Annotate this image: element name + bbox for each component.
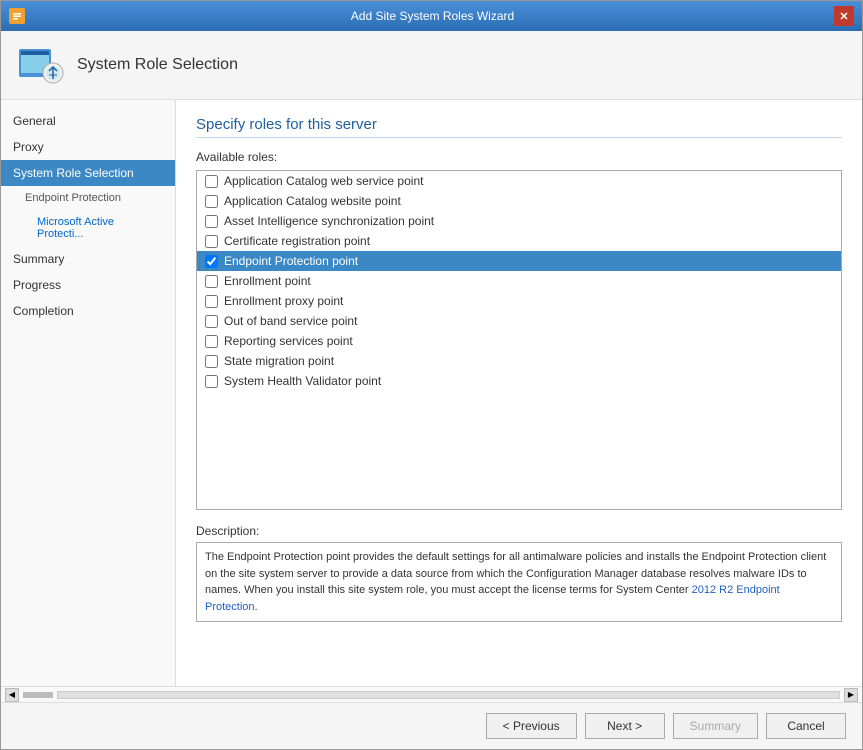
role-checkbox[interactable]	[205, 375, 218, 388]
role-checkbox[interactable]	[205, 175, 218, 188]
next-button[interactable]: Next >	[585, 713, 665, 739]
footer: < Previous Next > Summary Cancel	[1, 702, 862, 749]
roles-list: Application Catalog web service point App…	[196, 170, 842, 510]
titlebar: Add Site System Roles Wizard ✕	[1, 1, 862, 31]
main-content: Specify roles for this server Available …	[176, 100, 862, 686]
scroll-thumb[interactable]	[23, 692, 53, 698]
role-checkbox[interactable]	[205, 355, 218, 368]
role-item[interactable]: State migration point	[197, 351, 841, 371]
role-label: Asset Intelligence synchronization point	[224, 214, 434, 228]
summary-button[interactable]: Summary	[673, 713, 758, 739]
role-item[interactable]: Application Catalog web service point	[197, 171, 841, 191]
role-checkbox[interactable]	[205, 315, 218, 328]
role-item[interactable]: System Health Validator point	[197, 371, 841, 391]
role-checkbox[interactable]	[205, 335, 218, 348]
header-icon	[17, 41, 65, 89]
role-checkbox[interactable]	[205, 295, 218, 308]
role-item[interactable]: Endpoint Protection point	[197, 251, 841, 271]
scroll-left[interactable]: ◀	[5, 688, 19, 702]
sidebar: General Proxy System Role Selection Endp…	[1, 100, 176, 686]
sidebar-item-system-role[interactable]: System Role Selection	[1, 160, 175, 186]
role-checkbox[interactable]	[205, 255, 218, 268]
role-label: Endpoint Protection point	[224, 254, 358, 268]
window-title: Add Site System Roles Wizard	[31, 9, 834, 23]
role-label: State migration point	[224, 354, 334, 368]
description-box: The Endpoint Protection point provides t…	[196, 542, 842, 622]
description-text-3: .	[255, 601, 258, 613]
scroll-right[interactable]: ▶	[844, 688, 858, 702]
role-label: Enrollment point	[224, 274, 311, 288]
role-label: Certificate registration point	[224, 234, 370, 248]
description-section: Description: The Endpoint Protection poi…	[196, 524, 842, 622]
role-label: Application Catalog web service point	[224, 174, 423, 188]
app-icon	[9, 8, 25, 24]
role-item[interactable]: Reporting services point	[197, 331, 841, 351]
wizard-window: Add Site System Roles Wizard ✕ System Ro…	[0, 0, 863, 750]
sidebar-item-proxy[interactable]: Proxy	[1, 134, 175, 160]
role-item[interactable]: Out of band service point	[197, 311, 841, 331]
role-label: Application Catalog website point	[224, 194, 401, 208]
content-area: General Proxy System Role Selection Endp…	[1, 100, 862, 686]
available-roles-label: Available roles:	[196, 150, 842, 164]
horizontal-scrollbar: ◀ ▶	[1, 686, 862, 702]
role-checkbox[interactable]	[205, 195, 218, 208]
role-item[interactable]: Certificate registration point	[197, 231, 841, 251]
role-label: Enrollment proxy point	[224, 294, 343, 308]
role-item[interactable]: Enrollment proxy point	[197, 291, 841, 311]
role-checkbox[interactable]	[205, 215, 218, 228]
role-item[interactable]: Application Catalog website point	[197, 191, 841, 211]
sidebar-item-general[interactable]: General	[1, 108, 175, 134]
previous-button[interactable]: < Previous	[486, 713, 577, 739]
role-label: System Health Validator point	[224, 374, 381, 388]
header-bar: System Role Selection	[1, 31, 862, 100]
role-label: Reporting services point	[224, 334, 353, 348]
close-button[interactable]: ✕	[834, 6, 854, 26]
cancel-button[interactable]: Cancel	[766, 713, 846, 739]
sidebar-item-completion[interactable]: Completion	[1, 298, 175, 324]
role-checkbox[interactable]	[205, 235, 218, 248]
role-checkbox[interactable]	[205, 275, 218, 288]
section-title: Specify roles for this server	[196, 116, 842, 138]
role-label: Out of band service point	[224, 314, 357, 328]
role-item[interactable]: Enrollment point	[197, 271, 841, 291]
header-title: System Role Selection	[77, 56, 238, 74]
scroll-track[interactable]	[57, 691, 840, 699]
description-label: Description:	[196, 524, 842, 538]
sidebar-item-microsoft-active[interactable]: Microsoft Active Protecti...	[1, 210, 175, 246]
sidebar-item-endpoint-protection[interactable]: Endpoint Protection	[1, 186, 175, 210]
sidebar-item-progress[interactable]: Progress	[1, 272, 175, 298]
role-item[interactable]: Asset Intelligence synchronization point	[197, 211, 841, 231]
sidebar-item-summary[interactable]: Summary	[1, 246, 175, 272]
